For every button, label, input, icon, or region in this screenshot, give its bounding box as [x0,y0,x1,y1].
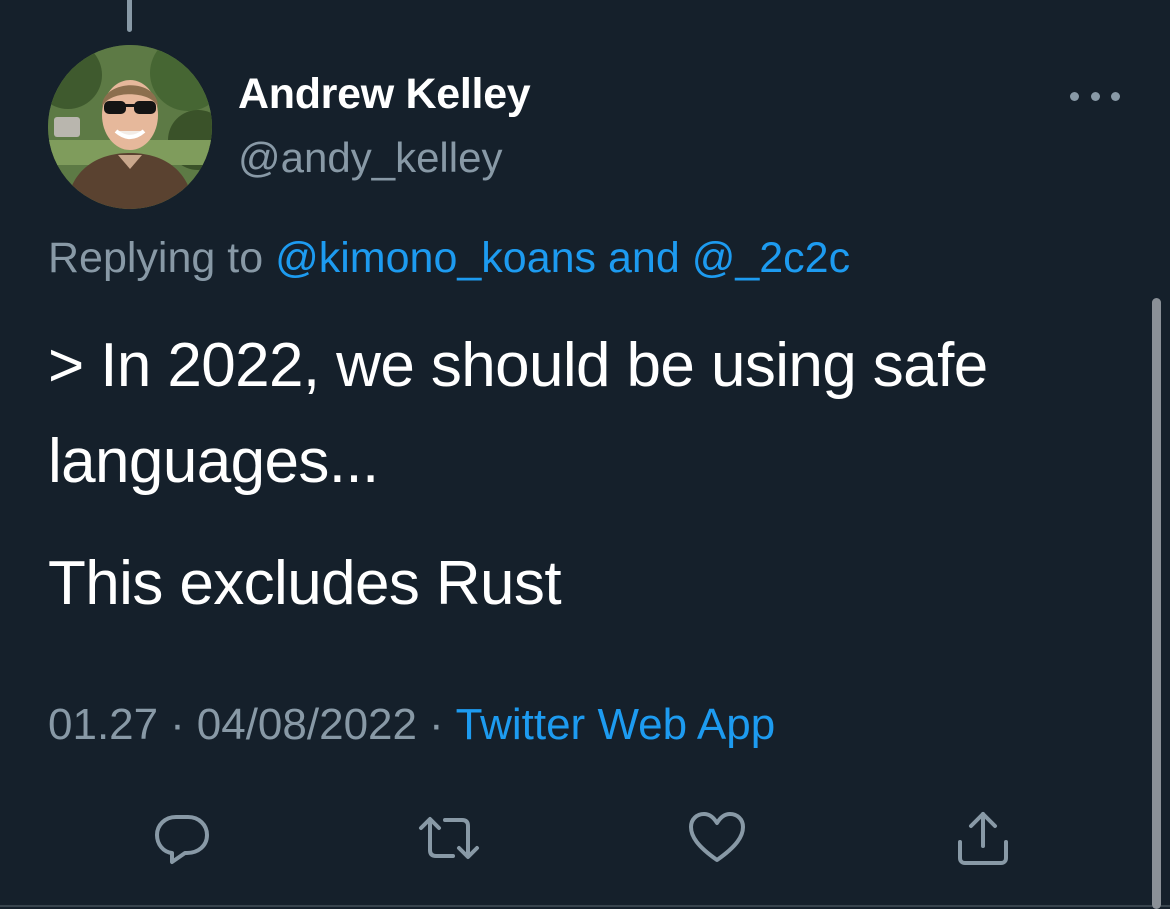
retweet-icon [419,817,479,859]
tweet-body: > In 2022, we should be using safe langu… [48,318,1108,632]
tweet-metadata: 01.27 · 04/08/2022 · Twitter Web App [48,700,775,750]
avatar-photo [48,45,212,209]
tweet-time[interactable]: 01.27 [48,700,158,749]
reply-button[interactable] [150,806,214,870]
author-handle[interactable]: @andy_kelley [238,134,502,182]
share-icon [958,812,1008,865]
bottom-divider [0,905,1170,907]
like-button[interactable] [685,806,749,870]
share-button[interactable] [951,806,1015,870]
author-avatar[interactable] [48,45,212,209]
replying-to-label: Replying to [48,234,264,282]
tweet-text-quote: > In 2022, we should be using safe langu… [48,331,988,496]
author-display-name[interactable]: Andrew Kelley [238,70,531,119]
tweet-date[interactable]: 04/08/2022 [197,700,417,749]
replying-to-line: Replying to @kimono_koans and @_2c2c [48,234,850,283]
scrollbar[interactable] [1152,298,1161,909]
meta-separator: · [170,700,185,749]
tweet-source-link[interactable]: Twitter Web App [456,700,776,749]
replying-conjunction: and [607,234,680,282]
retweet-button[interactable] [417,806,481,870]
more-options-button[interactable] [1070,82,1120,110]
thread-connector-line [127,0,132,32]
heart-icon [689,812,745,862]
mention-link-kimono-koans[interactable]: @kimono_koans [275,234,596,282]
mention-link-2c2c[interactable]: @_2c2c [692,234,850,282]
reply-icon [155,815,209,864]
more-dot-icon [1111,91,1120,101]
more-dot-icon [1090,91,1100,101]
more-dot-icon [1070,91,1079,101]
tweet-text-statement: This excludes Rust [48,549,562,618]
meta-separator: · [428,700,444,749]
